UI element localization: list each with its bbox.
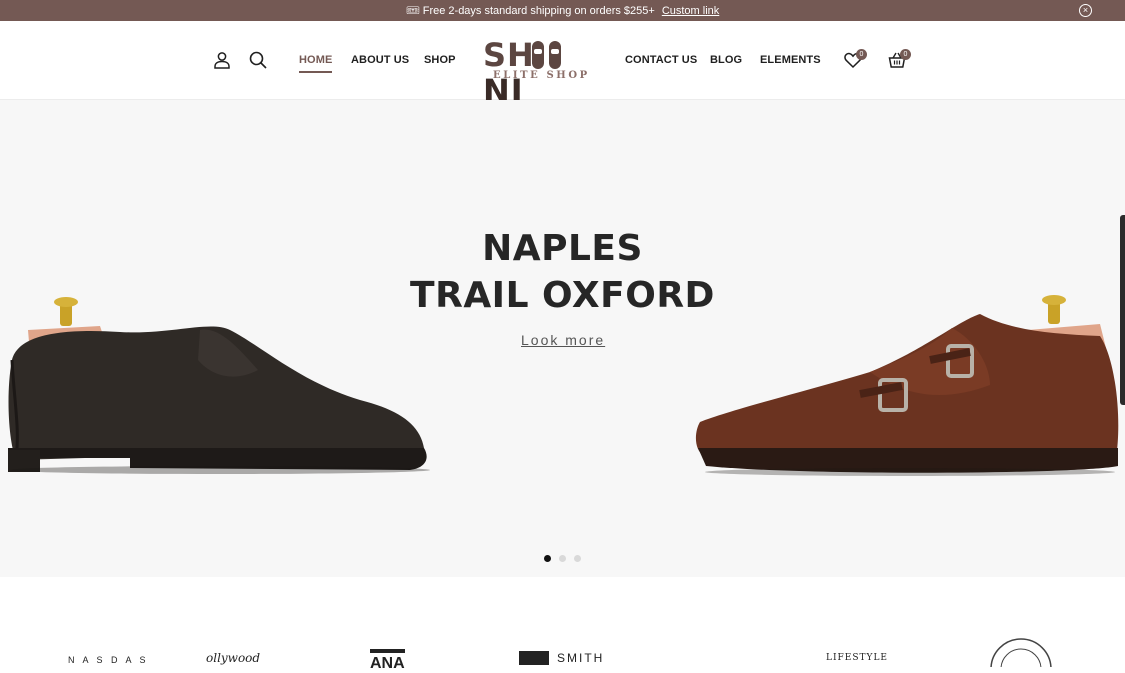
black-oxford-shoe-image (8, 297, 430, 474)
brand-logos-strip: N A S D A S ollywood ANA SMITH LIFESTYLE (0, 577, 1125, 672)
wishlist-count-badge: 0 (856, 49, 867, 60)
brand-logo-2[interactable]: ollywood (206, 651, 260, 665)
hero-slider: NAPLES TRAIL OXFORD Look more (0, 100, 1125, 577)
nav-item-home[interactable]: HOME (299, 54, 333, 73)
search-icon[interactable] (248, 50, 268, 70)
close-icon[interactable]: × (1079, 4, 1092, 17)
nav-item-contact-us[interactable]: CONTACT US (625, 54, 697, 66)
brand-logo-3[interactable]: ANA (370, 649, 405, 673)
slider-dot-3[interactable] (574, 555, 581, 562)
logo-tagline: ELITE SHOP (493, 70, 590, 81)
slider-dot-2[interactable] (559, 555, 566, 562)
hero-look-more-link[interactable]: Look more (521, 332, 605, 348)
brand-logo-1[interactable]: N A S D A S (68, 655, 149, 665)
site-logo[interactable]: SHNI ELITE SHOP (480, 37, 600, 109)
announcement-message: 🎟 Free 2-days standard shipping on order… (405, 5, 655, 17)
brand-badge-icon[interactable] (988, 637, 1054, 667)
nav-item-shop[interactable]: SHOP (424, 54, 456, 66)
site-header: HOME ABOUT US SHOP SHNI ELITE SHOP CONTA… (0, 21, 1125, 109)
logo-shoes-icon (532, 41, 561, 69)
slider-side-tab[interactable] (1120, 215, 1125, 405)
announcement-bar: 🎟 Free 2-days standard shipping on order… (0, 0, 1125, 21)
nav-item-blog[interactable]: BLOG (710, 54, 742, 66)
brand-logo-4[interactable]: SMITH (519, 651, 604, 665)
cart-count-badge: 0 (900, 49, 911, 60)
announcement-link[interactable]: Custom link (662, 5, 719, 17)
brown-monk-strap-shoe-image (695, 295, 1119, 476)
nav-item-elements[interactable]: ELEMENTS (760, 54, 821, 66)
account-icon[interactable] (212, 50, 232, 70)
nav-item-about-us[interactable]: ABOUT US (351, 54, 409, 66)
slider-dot-1[interactable] (544, 555, 551, 562)
slider-pagination (544, 555, 581, 562)
